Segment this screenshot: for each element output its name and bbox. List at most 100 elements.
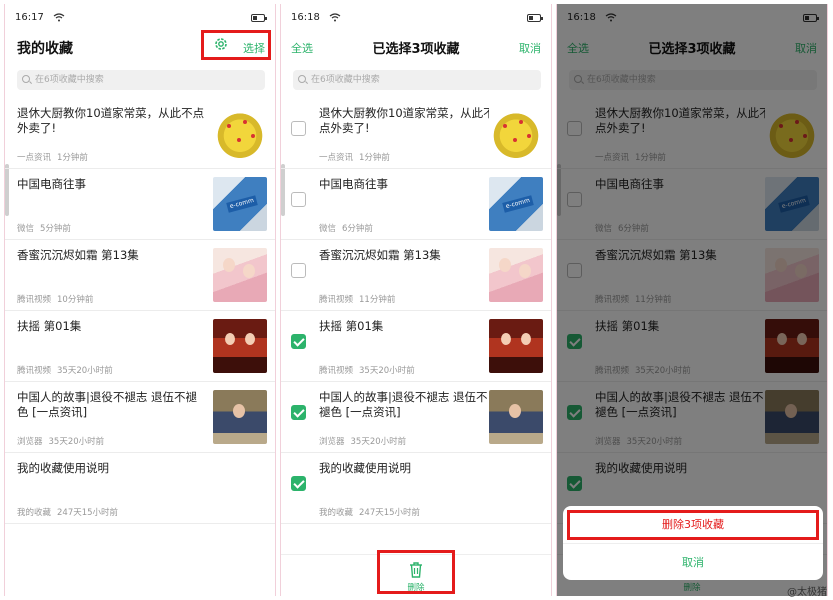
favorites-list: 退休大厨教你10道家常菜，从此不点外卖了! 一点资讯 1分钟前 中国电商往事 微信… <box>5 98 275 524</box>
item-time: 35天20小时前 <box>57 366 113 376</box>
list-item[interactable]: 退休大厨教你10道家常菜，从此不点外卖了! 一点资讯 1分钟前 <box>5 98 275 169</box>
list-item[interactable]: 退休大厨教你10道家常菜，从此不点外卖了! 一点资讯 1分钟前 <box>281 98 551 169</box>
search-placeholder: 在6项收藏中搜索 <box>311 75 380 85</box>
item-source: 我的收藏 <box>17 508 52 518</box>
thumbnail-food <box>213 106 267 160</box>
list-item[interactable]: 我的收藏使用说明 我的收藏 247天15小时前 <box>5 453 275 524</box>
thumbnail-drama <box>213 248 267 302</box>
item-source: 浏览器 <box>17 437 43 447</box>
item-time: 247天15小时前 <box>359 508 421 518</box>
item-title: 中国人的故事|退役不褪志 退伍不褪色 [一点资讯] <box>17 390 198 419</box>
item-source: 我的收藏 <box>319 508 354 518</box>
highlight-box-confirm <box>567 510 819 540</box>
thumbnail-drama <box>213 319 267 373</box>
page-title: 我的收藏 <box>17 41 73 57</box>
sheet-cancel-button[interactable]: 取消 <box>563 554 823 570</box>
thumbnail-office <box>213 390 267 444</box>
search-icon <box>298 75 306 83</box>
item-checkbox-checked[interactable] <box>291 476 306 491</box>
thumbnail-food <box>489 106 543 160</box>
item-title: 扶摇 第01集 <box>319 319 384 333</box>
watermark: @太极猪 <box>787 587 827 598</box>
item-checkbox[interactable] <box>291 192 306 207</box>
status-time: 16:17 <box>15 12 44 23</box>
item-title: 我的收藏使用说明 <box>319 461 411 475</box>
item-source: 微信 <box>319 224 337 234</box>
item-time: 247天15小时前 <box>57 508 119 518</box>
item-source: 浏览器 <box>319 437 345 447</box>
list-item[interactable]: 中国人的故事|退役不褪志 退伍不褪色 [一点资讯] 浏览器 35天20小时前 <box>281 382 551 453</box>
item-title: 中国人的故事|退役不褪志 退伍不褪色 [一点资讯] <box>319 390 488 419</box>
item-title: 扶摇 第01集 <box>17 319 82 333</box>
item-source: 微信 <box>17 224 35 234</box>
item-meta: 一点资讯 1分钟前 <box>17 151 88 163</box>
keyboard-key-text: e-comm <box>226 195 258 213</box>
item-time: 6分钟前 <box>342 224 373 234</box>
status-bar: 16:18 <box>281 4 551 30</box>
item-source: 一点资讯 <box>17 153 52 163</box>
item-source: 腾讯视频 <box>319 295 354 305</box>
item-title: 香蜜沉沉烬如霜 第13集 <box>17 248 139 262</box>
item-meta: 腾讯视频 11分钟前 <box>319 293 395 305</box>
list-item[interactable]: 扶摇 第01集 腾讯视频 35天20小时前 <box>5 311 275 382</box>
phone-delete-confirm: 16:18 全选 已选择3项收藏 取消 在6项收藏中搜索 退休大厨教你10道家常… <box>556 4 828 596</box>
item-title: 退休大厨教你10道家常菜，从此不点外卖了! <box>17 106 205 135</box>
battery-icon <box>527 14 543 22</box>
search-input[interactable]: 在6项收藏中搜索 <box>293 70 541 90</box>
status-time: 16:18 <box>291 12 320 23</box>
item-meta: 我的收藏 247天15小时前 <box>17 506 118 518</box>
search-input[interactable]: 在6项收藏中搜索 <box>17 70 265 90</box>
keyboard-key-text: e-comm <box>502 195 534 213</box>
item-time: 11分钟前 <box>359 295 396 305</box>
item-source: 腾讯视频 <box>17 366 52 376</box>
cancel-button[interactable]: 取消 <box>519 40 541 56</box>
list-item[interactable]: 香蜜沉沉烬如霜 第13集 腾讯视频 10分钟前 <box>5 240 275 311</box>
status-bar: 16:17 <box>5 4 275 30</box>
item-title: 中国电商往事 <box>319 177 388 191</box>
item-checkbox[interactable] <box>291 121 306 136</box>
list-item[interactable]: 我的收藏使用说明 我的收藏 247天15小时前 <box>281 453 551 524</box>
item-checkbox-checked[interactable] <box>291 405 306 420</box>
screenshot-stage: 16:17 我的收藏 选择 在6项收藏中搜索 退休大厨教你10道家常菜，从此不点… <box>0 0 833 600</box>
title-bar: 全选 已选择3项收藏 取消 <box>281 30 551 64</box>
search-placeholder: 在6项收藏中搜索 <box>35 75 104 85</box>
item-time: 35天20小时前 <box>350 437 407 447</box>
thumbnail-drama <box>489 248 543 302</box>
selection-title: 已选择3项收藏 <box>372 42 460 57</box>
divider <box>563 543 823 544</box>
item-source: 腾讯视频 <box>319 366 354 376</box>
thumbnail-drama <box>489 319 543 373</box>
item-meta: 一点资讯 1分钟前 <box>319 151 390 163</box>
highlight-box-delete <box>377 550 455 594</box>
list-item[interactable]: 中国电商往事 微信 6分钟前 e-comm <box>281 169 551 240</box>
thumbnail-office <box>489 390 543 444</box>
item-source: 一点资讯 <box>319 153 354 163</box>
highlight-box-settings <box>201 30 271 60</box>
wifi-icon <box>53 13 65 22</box>
phone-favorites-list: 16:17 我的收藏 选择 在6项收藏中搜索 退休大厨教你10道家常菜，从此不点… <box>4 4 276 596</box>
list-item[interactable]: 扶摇 第01集 腾讯视频 35天20小时前 <box>281 311 551 382</box>
item-meta: 浏览器 35天20小时前 <box>319 435 406 447</box>
wifi-icon <box>329 13 341 22</box>
item-meta: 浏览器 35天20小时前 <box>17 435 104 447</box>
item-time: 10分钟前 <box>57 295 94 305</box>
item-meta: 微信 6分钟前 <box>319 222 373 234</box>
item-time: 1分钟前 <box>57 153 88 163</box>
item-source: 腾讯视频 <box>17 295 52 305</box>
item-time: 5分钟前 <box>40 224 71 234</box>
item-title: 退休大厨教你10道家常菜，从此不点外卖了! <box>319 106 495 135</box>
thumbnail-keyboard: e-comm <box>213 177 267 231</box>
item-checkbox-checked[interactable] <box>291 334 306 349</box>
item-checkbox[interactable] <box>291 263 306 278</box>
item-time: 35天20小时前 <box>48 437 105 447</box>
thumbnail-keyboard: e-comm <box>489 177 543 231</box>
item-meta: 腾讯视频 35天20小时前 <box>17 364 113 376</box>
item-meta: 腾讯视频 10分钟前 <box>17 293 93 305</box>
phone-selection-mode: 16:18 全选 已选择3项收藏 取消 在6项收藏中搜索 退休大厨教你10道家常… <box>280 4 552 596</box>
battery-icon <box>251 14 267 22</box>
item-meta: 我的收藏 247天15小时前 <box>319 506 420 518</box>
list-item[interactable]: 香蜜沉沉烬如霜 第13集 腾讯视频 11分钟前 <box>281 240 551 311</box>
list-item[interactable]: 中国电商往事 微信 5分钟前 e-comm <box>5 169 275 240</box>
list-item[interactable]: 中国人的故事|退役不褪志 退伍不褪色 [一点资讯] 浏览器 35天20小时前 <box>5 382 275 453</box>
item-time: 35天20小时前 <box>359 366 415 376</box>
